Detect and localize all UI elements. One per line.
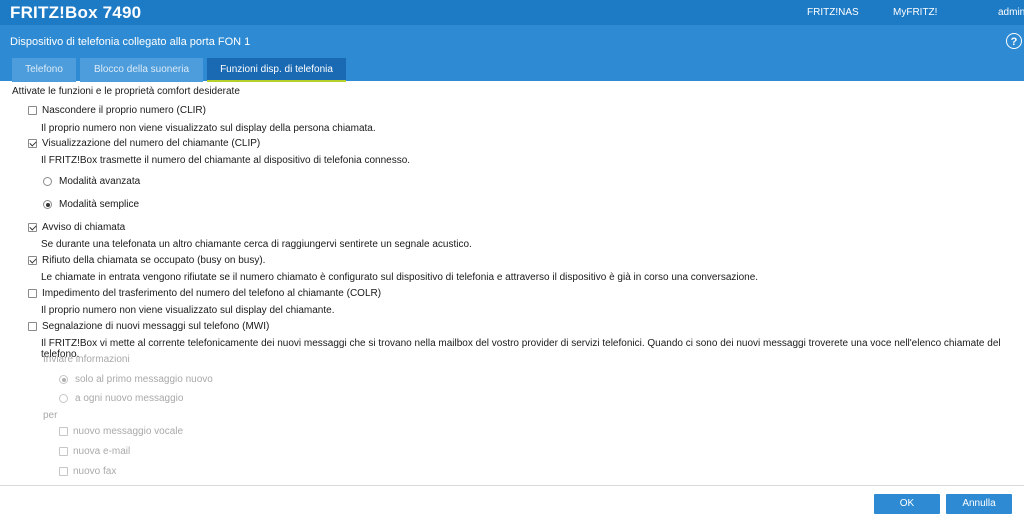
mwi-option[interactable]: Segnalazione di nuovi messaggi sul telef… (28, 321, 269, 332)
mwi-per-label: per (43, 410, 58, 421)
mwi-per-fax[interactable]: nuovo fax (59, 466, 116, 477)
mwi-per-email[interactable]: nuova e-mail (59, 446, 130, 457)
mwi-checkbox[interactable] (28, 322, 37, 331)
mwi-send-first-label: solo al primo messaggio nuovo (75, 374, 213, 385)
colr-checkbox[interactable] (28, 289, 37, 298)
mwi-send-info-label: Inviare informazioni (43, 354, 130, 365)
tab-funzioni-telefonia[interactable]: Funzioni disp. di telefonia (207, 58, 346, 82)
main-content: Attivate le funzioni e le proprietà comf… (0, 81, 1024, 485)
help-icon[interactable]: ? (1006, 33, 1022, 49)
tab-blocco-suoneria[interactable]: Blocco della suoneria (80, 58, 203, 82)
page-header: Dispositivo di telefonia collegato alla … (0, 25, 1024, 82)
busy-on-busy-checkbox[interactable] (28, 256, 37, 265)
footer-bar: OK Annulla (0, 485, 1024, 526)
colr-label: Impedimento del trasferimento del numero… (42, 288, 382, 299)
clir-description: Il proprio numero non viene visualizzato… (41, 123, 376, 134)
mwi-per-fax-label: nuovo fax (73, 466, 117, 477)
clir-label: Nascondere il proprio numero (CLIR) (42, 105, 206, 116)
colr-option[interactable]: Impedimento del trasferimento del numero… (28, 288, 381, 299)
mwi-per-email-label: nuova e-mail (73, 446, 131, 457)
clir-option[interactable]: Nascondere il proprio numero (CLIR) (28, 105, 206, 116)
clip-mode-advanced-label: Modalità avanzata (59, 176, 141, 187)
clip-description: Il FRITZ!Box trasmette il numero del chi… (41, 155, 411, 166)
clip-mode-simple-label: Modalità semplice (59, 199, 140, 210)
call-waiting-label: Avviso di chiamata (42, 222, 126, 233)
mwi-description: Il FRITZ!Box vi mette al corrente telefo… (41, 338, 1001, 360)
fritznas-link[interactable]: FRITZ!NAS (807, 7, 859, 18)
mwi-per-voicemail-checkbox[interactable] (59, 427, 68, 436)
busy-on-busy-label: Rifiuto della chiamata se occupato (busy… (42, 255, 266, 266)
cancel-button[interactable]: Annulla (946, 494, 1012, 514)
mwi-send-every[interactable]: a ogni nuovo messaggio (59, 393, 183, 404)
clip-mode-simple-radio[interactable] (43, 200, 52, 209)
mwi-per-voicemail[interactable]: nuovo messaggio vocale (59, 426, 183, 437)
colr-description: Il proprio numero non viene visualizzato… (41, 305, 335, 316)
mwi-per-email-checkbox[interactable] (59, 447, 68, 456)
mwi-send-every-radio[interactable] (59, 394, 68, 403)
ok-button[interactable]: OK (874, 494, 940, 514)
mwi-send-first[interactable]: solo al primo messaggio nuovo (59, 374, 213, 385)
clip-mode-advanced-radio[interactable] (43, 177, 52, 186)
clir-checkbox[interactable] (28, 106, 37, 115)
busy-on-busy-description: Le chiamate in entrata vengono rifiutate… (41, 272, 759, 283)
tab-telefono[interactable]: Telefono (12, 58, 76, 82)
clip-mode-simple[interactable]: Modalità semplice (43, 199, 139, 210)
admin-link[interactable]: admin (998, 7, 1024, 18)
mwi-per-fax-checkbox[interactable] (59, 467, 68, 476)
brand-logo: FRITZ!Box 7490 (10, 3, 142, 22)
mwi-per-voicemail-label: nuovo messaggio vocale (73, 426, 184, 437)
mwi-label: Segnalazione di nuovi messaggi sul telef… (42, 321, 270, 332)
mwi-send-every-label: a ogni nuovo messaggio (75, 393, 184, 404)
intro-text: Attivate le funzioni e le proprietà comf… (12, 86, 240, 97)
clip-mode-advanced[interactable]: Modalità avanzata (43, 176, 140, 187)
clip-checkbox[interactable] (28, 139, 37, 148)
page-title: Dispositivo di telefonia collegato alla … (10, 36, 251, 48)
call-waiting-description: Se durante una telefonata un altro chiam… (41, 239, 472, 250)
busy-on-busy-option[interactable]: Rifiuto della chiamata se occupato (busy… (28, 255, 265, 266)
call-waiting-checkbox[interactable] (28, 223, 37, 232)
clip-label: Visualizzazione del numero del chiamante… (42, 138, 261, 149)
mwi-send-first-radio[interactable] (59, 375, 68, 384)
myfritz-link[interactable]: MyFRITZ! (893, 7, 937, 18)
top-header: FRITZ!Box 7490 FRITZ!NAS MyFRITZ! admin (0, 0, 1024, 25)
clip-option[interactable]: Visualizzazione del numero del chiamante… (28, 138, 260, 149)
call-waiting-option[interactable]: Avviso di chiamata (28, 222, 125, 233)
